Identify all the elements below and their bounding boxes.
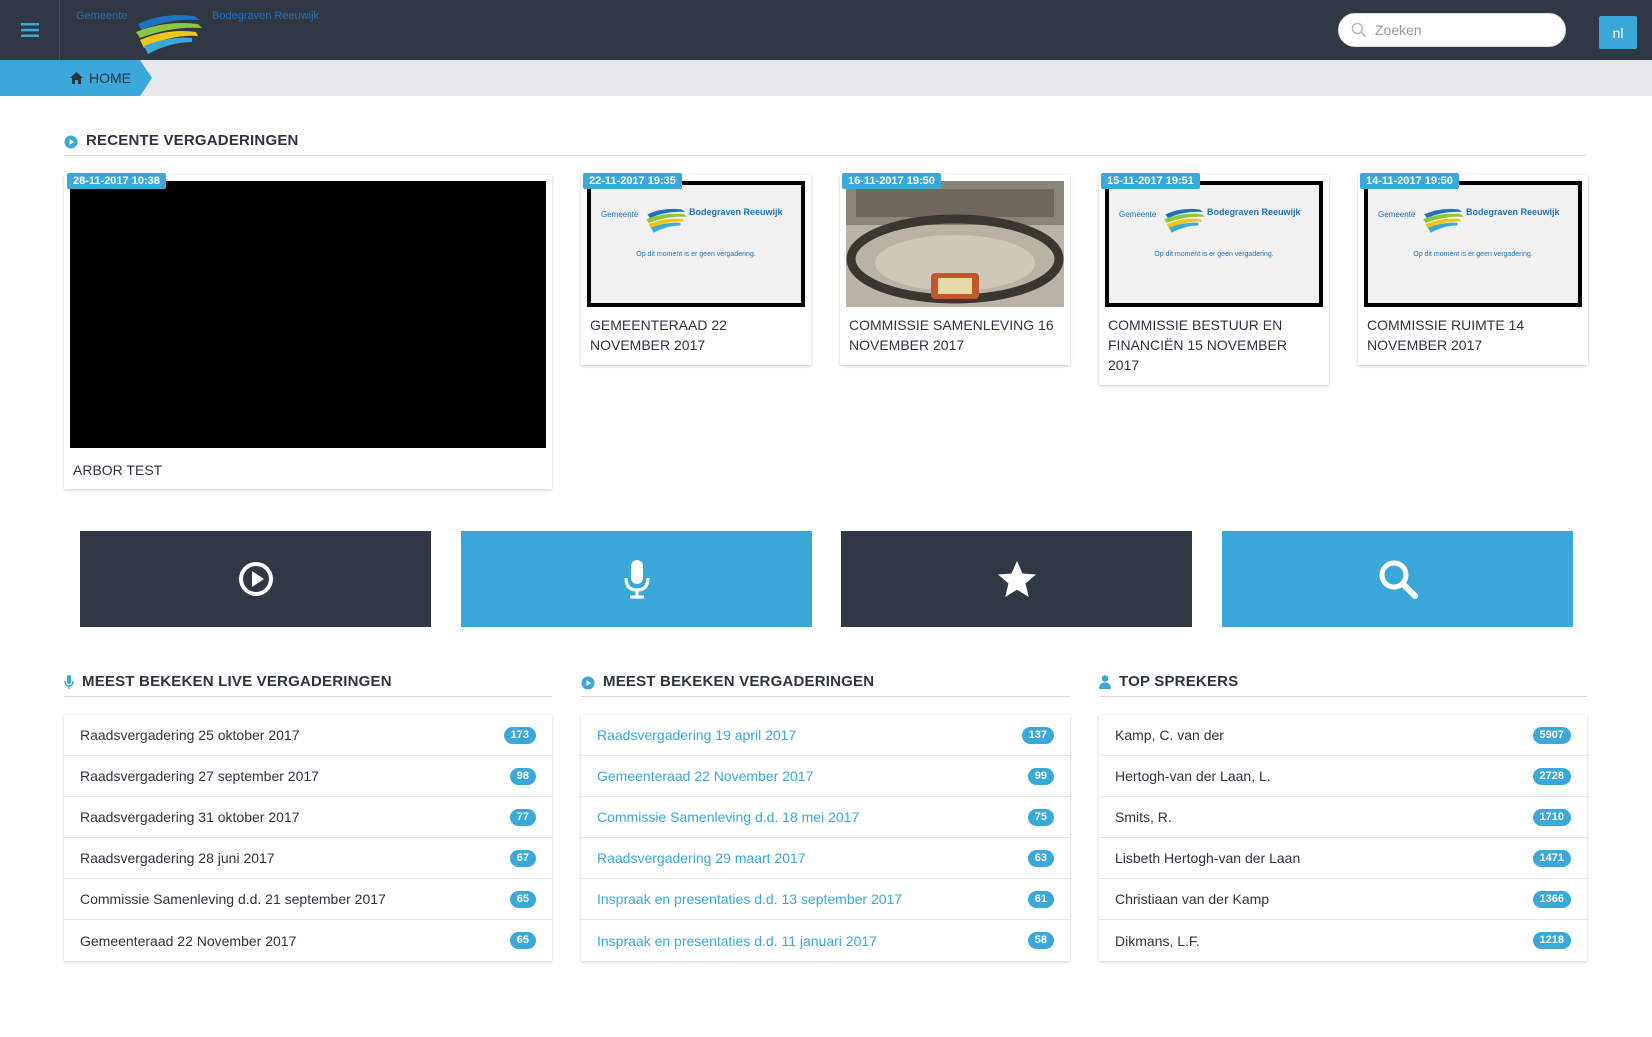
play-circle-icon	[581, 676, 595, 690]
meeting-link[interactable]: Inspraak en presentaties d.d. 13 septemb…	[597, 891, 902, 907]
list-item[interactable]: Gemeenteraad 22 November 2017 99	[581, 756, 1070, 797]
section-speakers-title: TOP SPREKERS	[1099, 673, 1587, 697]
meeting-link[interactable]: Raadsvergadering 19 april 2017	[597, 727, 796, 743]
breadcrumb-home-label: HOME	[89, 70, 131, 86]
count-badge: 137	[1021, 726, 1054, 744]
card-title: GEMEENTERAAD 22 NOVEMBER 2017	[590, 317, 727, 353]
logo-right-text: Bodegraven Reeuwijk	[212, 10, 320, 22]
count-badge: 1366	[1532, 890, 1571, 908]
date-badge: 16-11-2017 19:50	[842, 173, 941, 189]
count-badge: 58	[1027, 932, 1054, 949]
count-badge: 99	[1027, 767, 1054, 785]
featured-meeting-card[interactable]: 28-11-2017 10:38 ARBOR TEST	[64, 173, 552, 489]
card-title: COMMISSIE BESTUUR EN FINANCIËN 15 NOVEMB…	[1108, 317, 1287, 373]
section-live-title: MEEST BEKEKEN LIVE VERGADERINGEN	[64, 673, 552, 697]
microphone-icon	[623, 560, 650, 599]
search-box[interactable]	[1338, 13, 1566, 47]
count-badge: 1218	[1532, 932, 1571, 949]
microphone-icon	[64, 675, 74, 689]
count-badge: 63	[1027, 849, 1054, 867]
list-item[interactable]: Raadsvergadering 19 april 2017 137	[581, 715, 1070, 756]
meeting-thumbnail: Gemeente Bodegraven Reeuwijk Op dit mome…	[587, 181, 805, 307]
card-title: COMMISSIE RUIMTE 14 NOVEMBER 2017	[1367, 317, 1525, 353]
list-item[interactable]: Smits, R. 1710	[1099, 797, 1587, 838]
home-icon	[70, 72, 83, 84]
count-badge: 61	[1027, 890, 1054, 908]
list-item[interactable]: Hertogh-van der Laan, L. 2728	[1099, 756, 1587, 797]
count-badge: 98	[509, 767, 536, 785]
meeting-card[interactable]: Gemeente Bodegraven Reeuwijk Op dit mome…	[1099, 173, 1329, 385]
logo-flag-icon	[1164, 208, 1205, 233]
count-badge: 65	[509, 890, 536, 908]
top-speakers-list: Kamp, C. van der 5907 Hertogh-van der La…	[1099, 715, 1587, 961]
meeting-link[interactable]: Gemeenteraad 22 November 2017	[597, 768, 813, 784]
play-circle-icon	[64, 135, 78, 149]
municipality-logo[interactable]: Gemeente Bodegraven Reeuwijk	[72, 2, 342, 54]
logo-left-text: Gemeente	[76, 10, 128, 22]
list-item[interactable]: Kamp, C. van der 5907	[1099, 715, 1587, 756]
search-icon	[1379, 560, 1418, 599]
meeting-thumbnail: Gemeente Bodegraven Reeuwijk Op dit mome…	[1364, 181, 1582, 307]
meeting-card[interactable]: Gemeente Bodegraven Reeuwijk Op dit mome…	[581, 173, 811, 365]
list-item[interactable]: Commissie Samenleving d.d. 18 mei 2017 7…	[581, 797, 1070, 838]
list-item[interactable]: Inspraak en presentaties d.d. 13 septemb…	[581, 879, 1070, 920]
tile-search-button[interactable]	[1222, 531, 1573, 627]
section-recent-title: RECENTE VERGADERINGEN	[64, 132, 1587, 156]
language-button[interactable]: nl	[1599, 16, 1637, 49]
list-item[interactable]: Dikmans, L.F. 1218	[1099, 920, 1587, 961]
section-viewed-title: MEEST BEKEKEN VERGADERINGEN	[581, 673, 1070, 697]
meeting-link[interactable]: Inspraak en presentaties d.d. 11 januari…	[597, 933, 877, 949]
count-badge: 77	[509, 808, 536, 826]
count-badge: 67	[509, 849, 536, 867]
count-badge: 65	[509, 932, 536, 949]
most-viewed-list: Raadsvergadering 19 april 2017 137 Gemee…	[581, 715, 1070, 961]
list-item[interactable]: Raadsvergadering 29 maart 2017 63	[581, 838, 1070, 879]
meeting-thumbnail: Gemeente Bodegraven Reeuwijk Op dit mome…	[1105, 181, 1323, 307]
meeting-link[interactable]: Commissie Samenleving d.d. 18 mei 2017	[597, 809, 859, 825]
hamburger-icon	[20, 23, 39, 37]
logo-flag-icon	[1423, 208, 1464, 233]
tile-live-button[interactable]	[461, 531, 812, 627]
count-badge: 5907	[1532, 726, 1571, 744]
search-input[interactable]	[1375, 22, 1555, 38]
council-room-photo	[846, 181, 1064, 307]
date-badge: 14-11-2017 19:50	[1360, 173, 1459, 189]
breadcrumb-home[interactable]: HOME	[0, 60, 152, 96]
meeting-link[interactable]: Raadsvergadering 29 maart 2017	[597, 850, 806, 866]
search-icon	[1351, 22, 1367, 38]
tile-favorites-button[interactable]	[841, 531, 1192, 627]
hamburger-menu-button[interactable]	[0, 0, 60, 60]
count-badge: 1710	[1532, 808, 1571, 826]
list-item[interactable]: Raadsvergadering 28 juni 2017 67	[64, 838, 552, 879]
featured-video-player[interactable]	[70, 181, 546, 448]
list-item[interactable]: Raadsvergadering 25 oktober 2017 173	[64, 715, 552, 756]
list-item[interactable]: Gemeenteraad 22 November 2017 65	[64, 920, 552, 961]
date-badge: 28-11-2017 10:38	[67, 173, 166, 189]
count-badge: 173	[503, 726, 536, 744]
list-item[interactable]: Lisbeth Hertogh-van der Laan 1471	[1099, 838, 1587, 879]
list-item[interactable]: Inspraak en presentaties d.d. 11 januari…	[581, 920, 1070, 961]
count-badge: 2728	[1532, 767, 1571, 785]
logo-flag-icon	[136, 15, 202, 54]
play-circle-icon	[238, 562, 273, 596]
count-badge: 1471	[1532, 849, 1571, 867]
live-meetings-list: Raadsvergadering 25 oktober 2017 173 Raa…	[64, 715, 552, 961]
meeting-card[interactable]: Gemeente Bodegraven Reeuwijk Op dit mome…	[1358, 173, 1588, 365]
date-badge: 15-11-2017 19:51	[1101, 173, 1200, 189]
meeting-card[interactable]: 16-11-2017 19:50 COMMISSIE SAMENLEVING 1…	[840, 173, 1070, 365]
count-badge: 75	[1027, 808, 1054, 826]
logo-flag-icon	[646, 208, 687, 233]
star-icon	[997, 561, 1036, 597]
date-badge: 22-11-2017 19:35	[583, 173, 682, 189]
list-item[interactable]: Raadsvergadering 31 oktober 2017 77	[64, 797, 552, 838]
card-title: COMMISSIE SAMENLEVING 16 NOVEMBER 2017	[849, 317, 1054, 353]
breadcrumb: HOME	[0, 60, 1652, 96]
list-item[interactable]: Christiaan van der Kamp 1366	[1099, 879, 1587, 920]
user-icon	[1099, 675, 1111, 689]
tile-videos-button[interactable]	[80, 531, 431, 627]
list-item[interactable]: Commissie Samenleving d.d. 21 september …	[64, 879, 552, 920]
list-item[interactable]: Raadsvergadering 27 september 2017 98	[64, 756, 552, 797]
card-title: ARBOR TEST	[73, 462, 163, 478]
top-navbar: Gemeente Bodegraven Reeuwijk nl	[0, 0, 1652, 60]
